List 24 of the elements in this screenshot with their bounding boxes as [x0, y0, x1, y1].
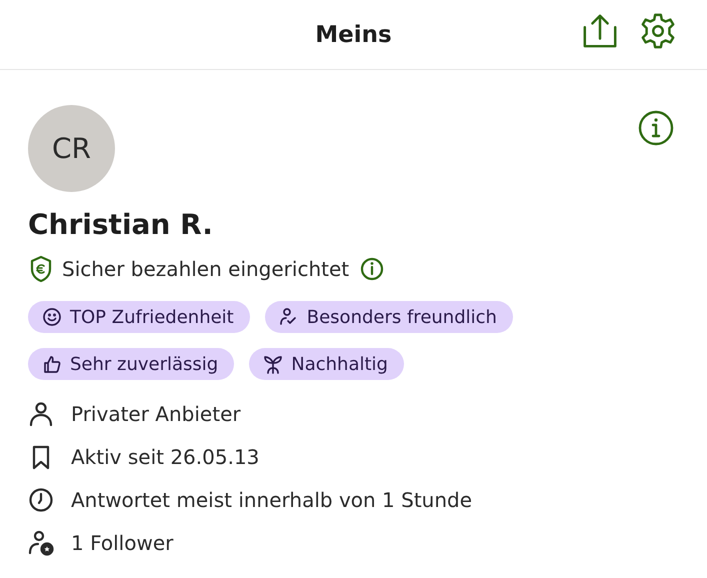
- info-icon[interactable]: [638, 110, 674, 146]
- detail-text: Antwortet meist innerhalb von 1 Stunde: [71, 488, 472, 512]
- page-title: Meins: [315, 22, 392, 48]
- avatar: CR: [28, 105, 115, 192]
- person-star-icon: [28, 530, 54, 556]
- info-icon[interactable]: [360, 257, 384, 281]
- clock-icon: [28, 487, 54, 513]
- detail-text: Privater Anbieter: [71, 402, 241, 426]
- badge: TOP Zufriedenheit: [28, 301, 250, 333]
- person-icon: [28, 401, 54, 427]
- badge: Besonders freundlich: [264, 301, 513, 333]
- detail-text: 1 Follower: [71, 531, 174, 555]
- detail-text: Aktiv seit 26.05.13: [71, 445, 260, 469]
- person-check-icon: [278, 307, 299, 327]
- smiley-icon: [42, 307, 62, 327]
- settings-icon[interactable]: [639, 12, 677, 50]
- badge: Nachhaltig: [249, 348, 404, 380]
- sprout-icon: [263, 354, 284, 374]
- payment-status: Sicher bezahlen eingerichtet: [62, 257, 350, 281]
- shield-euro-icon: [28, 255, 54, 283]
- user-name: Christian R.: [28, 208, 214, 241]
- share-icon[interactable]: [581, 12, 619, 50]
- badge: Sehr zuverlässig: [28, 348, 234, 380]
- thumbs-up-icon: [42, 354, 62, 374]
